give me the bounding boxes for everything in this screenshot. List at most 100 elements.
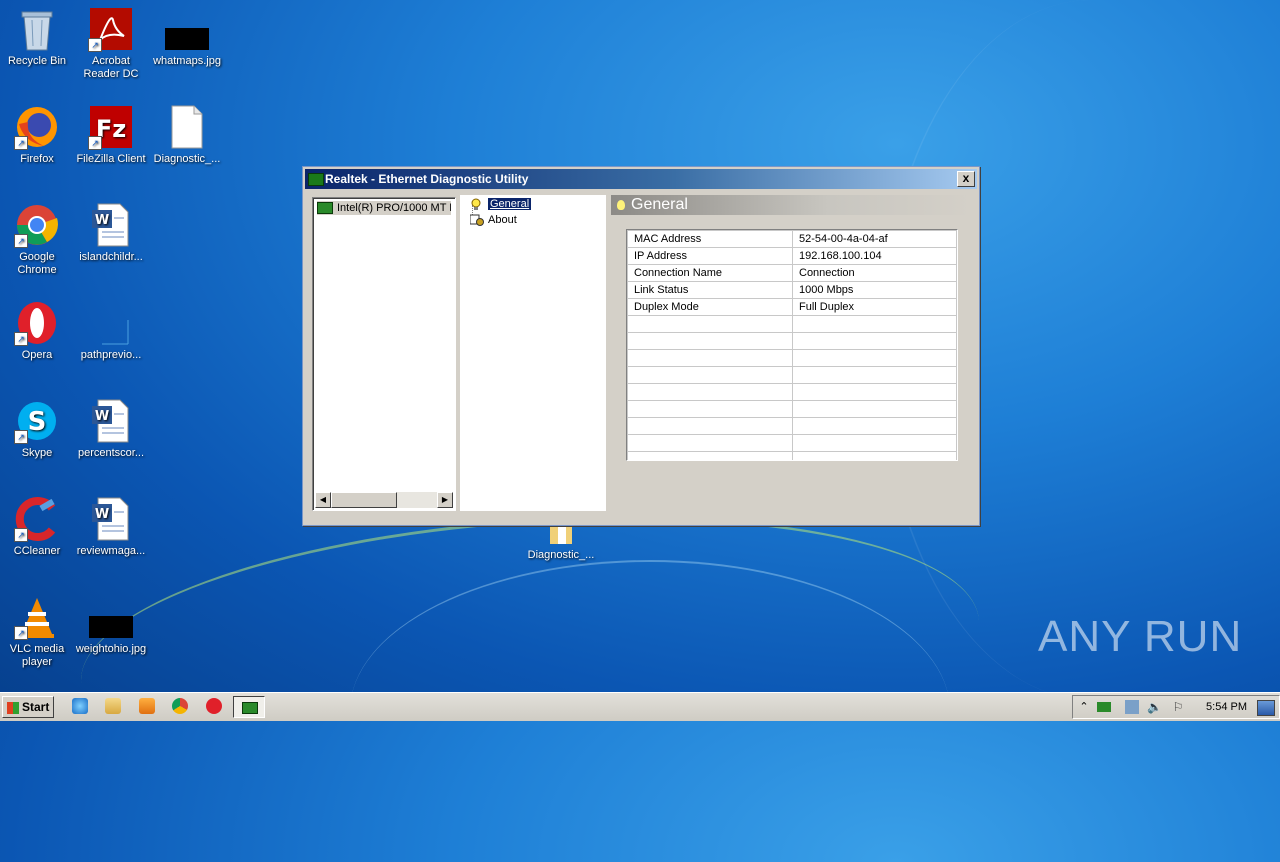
desktop-icon-skype[interactable]: S ↗ Skype [0, 398, 74, 460]
show-hidden-icons-icon[interactable]: ⌃ [1077, 700, 1091, 714]
desktop-icon-diagnostic-folder[interactable]: Diagnostic_... [524, 522, 598, 562]
property-value: 52-54-00-4a-04-af [792, 230, 957, 248]
desktop-icon-label: CCleaner [13, 545, 61, 557]
desktop-icon-ccleaner[interactable]: ↗ CCleaner [0, 496, 74, 558]
desktop-icon-pathprevio[interactable]: pathprevio... [74, 300, 148, 362]
property-key: Link Status [627, 281, 793, 299]
adapter-label: Intel(R) PRO/1000 MT Network Connection [337, 202, 451, 214]
desktop-icon-label: Diagnostic_... [153, 153, 221, 165]
desktop-icon-islandchildr[interactable]: W islandchildr... [74, 202, 148, 264]
desktop-icon-diagnostic-file[interactable]: Diagnostic_... [150, 104, 224, 166]
desktop-icon-acrobat[interactable]: ↗ Acrobat Reader DC [74, 6, 148, 81]
empty-row [627, 417, 957, 435]
property-value: 1000 Mbps [792, 281, 957, 299]
opera-icon: ↗ [14, 300, 60, 346]
realtek-diagnostic-window: Realtek - Ethernet Diagnostic Utility x … [302, 166, 980, 526]
scroll-left-arrow-icon[interactable]: ◀ [315, 492, 331, 508]
table-row: Duplex Mode Full Duplex [627, 298, 957, 316]
properties-table: MAC Address 52-54-00-4a-04-af IP Address 1… [626, 229, 958, 461]
svg-text:W: W [95, 507, 109, 522]
desktop-icon-label: Acrobat Reader DC [83, 55, 139, 80]
lightbulb-icon [617, 199, 625, 210]
empty-row [627, 434, 957, 452]
desktop-icon-label: Firefox [20, 153, 54, 165]
realtek-tray-icon[interactable] [1097, 702, 1111, 712]
vlc-icon: ↗ [14, 594, 60, 640]
window-title: Realtek - Ethernet Diagnostic Utility [325, 172, 529, 186]
network-icon[interactable] [1125, 700, 1139, 714]
desktop-icon-label: VLC media player [9, 643, 65, 668]
desktop-icon-whatmaps[interactable]: whatmaps.jpg [150, 6, 224, 68]
close-button[interactable]: x [957, 171, 975, 187]
skype-icon: S ↗ [14, 398, 60, 444]
desktop-icon-label: Opera [21, 349, 53, 361]
show-desktop-icon[interactable] [1257, 700, 1275, 716]
desktop-icon-label: islandchildr... [79, 251, 143, 263]
empty-row [627, 332, 957, 350]
system-tray: ⌃ 🔈 ⚐ 5:54 PM [1072, 695, 1280, 719]
clock[interactable]: 5:54 PM [1206, 701, 1247, 713]
property-value: 192.168.100.104 [792, 247, 957, 265]
desktop-icon-vlc[interactable]: ↗ VLC media player [0, 594, 74, 669]
desktop-icon-label: Google Chrome [17, 251, 57, 276]
volume-icon[interactable]: 🔈 [1147, 700, 1162, 714]
window-titlebar[interactable]: Realtek - Ethernet Diagnostic Utility x [305, 169, 977, 189]
property-key: MAC Address [627, 230, 793, 248]
scroll-thumb[interactable] [331, 492, 397, 508]
svg-text:W: W [95, 409, 109, 424]
tree-item-about[interactable]: About [469, 213, 517, 227]
horizontal-scrollbar[interactable]: ◀ ▶ [315, 492, 453, 508]
desktop-icon-filezilla[interactable]: Fz ↗ FileZilla Client [74, 104, 148, 166]
property-key: Duplex Mode [627, 298, 793, 316]
network-card-icon [317, 202, 333, 215]
media-player-icon[interactable] [139, 698, 155, 714]
desktop-icon-label: whatmaps.jpg [153, 55, 221, 67]
desktop-icon-opera[interactable]: ↗ Opera [0, 300, 74, 362]
realtek-icon [242, 702, 258, 714]
taskbar-realtek-button[interactable] [233, 696, 265, 718]
section-header: General [611, 195, 973, 215]
desktop-icon-weightohio[interactable]: weightohio.jpg [74, 594, 148, 656]
blank-file-icon [164, 104, 210, 150]
image-file-icon [88, 594, 134, 640]
desktop-icon-recycle-bin[interactable]: Recycle Bin [0, 6, 74, 68]
filezilla-icon: Fz ↗ [88, 104, 134, 150]
desktop-icon-label: Diagnostic_... [527, 549, 595, 561]
desktop-icon-firefox[interactable]: ↗ Firefox [0, 104, 74, 166]
desktop-icon-label: reviewmaga... [76, 545, 146, 557]
chrome-icon[interactable] [172, 698, 188, 714]
recycle-bin-icon [14, 6, 60, 52]
explorer-icon[interactable] [105, 698, 121, 714]
table-row: MAC Address 52-54-00-4a-04-af [627, 230, 957, 248]
adapter-item[interactable]: Intel(R) PRO/1000 MT Network Connection [317, 201, 451, 215]
property-key: Connection Name [627, 264, 793, 282]
internet-explorer-icon[interactable] [72, 698, 88, 714]
svg-text:W: W [95, 213, 109, 228]
adapter-list[interactable]: Intel(R) PRO/1000 MT Network Connection … [312, 197, 456, 511]
desktop-icon-reviewmaga[interactable]: W reviewmaga... [74, 496, 148, 558]
property-value: Connection [792, 264, 957, 282]
scroll-right-arrow-icon[interactable]: ▶ [437, 492, 453, 508]
desktop-icon-label: pathprevio... [80, 349, 142, 361]
desktop-icon-label: FileZilla Client [76, 153, 146, 165]
desktop-icon-label: percentscor... [77, 447, 145, 459]
navigation-tree: General About [460, 195, 606, 511]
word-doc-icon: W [88, 398, 134, 444]
info-gear-icon [469, 214, 484, 226]
tree-item-general[interactable]: General [471, 197, 532, 211]
opera-icon[interactable] [206, 698, 222, 714]
property-key: IP Address [627, 247, 793, 265]
desktop-icon-percentscor[interactable]: W percentscor... [74, 398, 148, 460]
taskbar: Start ⌃ 🔈 ⚐ 5:54 PM [0, 692, 1280, 721]
empty-row [627, 349, 957, 367]
start-button[interactable]: Start [2, 696, 54, 718]
lightbulb-icon [470, 198, 482, 210]
desktop-icon-label: Skype [21, 447, 53, 459]
desktop-icon-chrome[interactable]: ↗ Google Chrome [0, 202, 74, 277]
file-icon [88, 300, 134, 346]
table-row: Connection Name Connection [627, 264, 957, 282]
image-file-icon [164, 6, 210, 52]
table-row: IP Address 192.168.100.104 [627, 247, 957, 265]
empty-row [627, 366, 957, 384]
action-center-flag-icon[interactable]: ⚐ [1171, 700, 1185, 714]
